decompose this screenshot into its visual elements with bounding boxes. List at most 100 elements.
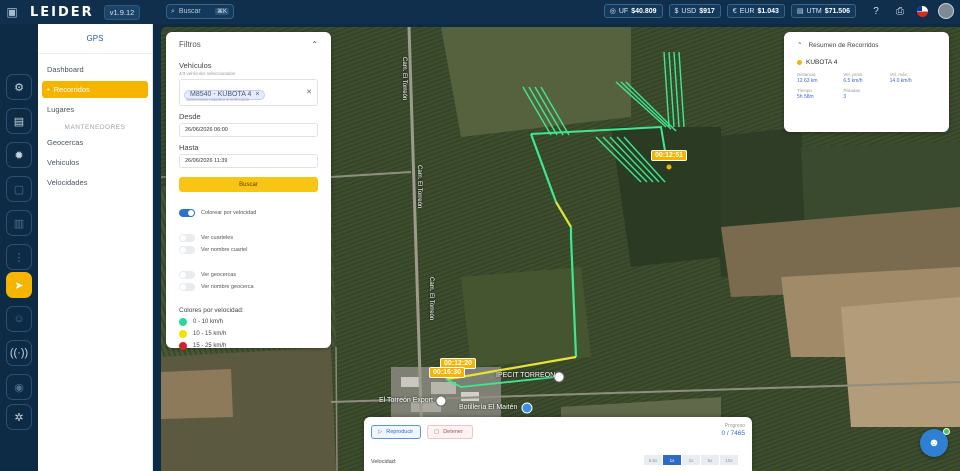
speed-selector: 0.5x 1x 2x 5x 10x — [644, 455, 739, 465]
printer-icon[interactable]: ⎙ — [893, 4, 907, 18]
rail-grid-icon[interactable]: ⋮ — [6, 244, 32, 270]
legend-item: 0 - 10 km/h — [179, 318, 318, 326]
legend-dot — [179, 318, 187, 326]
help-icon[interactable]: ? — [869, 4, 883, 18]
summary-vehicle: KUBOTA 4 — [806, 59, 838, 66]
gps-submenu: GPS Dashboard Recorridos Lugares MANTENE… — [38, 24, 153, 471]
stat-stops: Paradas 3 — [843, 88, 861, 100]
chile-flag-icon[interactable] — [917, 5, 928, 17]
search-input[interactable]: ⌕ Buscar ⌘K — [166, 4, 234, 19]
stat-distance: Distancia 12.63 km — [797, 72, 818, 84]
speed-option[interactable]: 0.5x — [644, 455, 663, 465]
vehicle-color-dot — [797, 60, 802, 65]
summary-panel: ⌃ Resumen de Recorridos KUBOTA 4 Distanci… — [784, 32, 949, 132]
dollar-icon: $ — [674, 7, 679, 15]
road-label: Cam. El Torreón — [428, 277, 434, 321]
rail-gps-icon[interactable]: ➤ — [6, 272, 32, 298]
play-icon: ▷ — [378, 429, 383, 435]
sidebar-item-dashboard[interactable]: Dashboard — [42, 61, 148, 78]
rail-fingerprint-icon[interactable]: ◉ — [6, 374, 32, 400]
chevron-up-icon[interactable]: ⌃ — [311, 40, 318, 49]
toggle-cuarteles[interactable]: Ver cuarteles — [179, 232, 318, 244]
toggle-geocercas[interactable]: Ver geocercas — [179, 269, 318, 281]
filters-title: Filtros — [179, 40, 201, 49]
stat-time: Tiempo 5h 58m — [797, 88, 814, 100]
toggle-switch[interactable] — [179, 283, 195, 291]
time-tag[interactable]: 00:12:51 — [651, 150, 688, 161]
vehicle-placeholder: Seleccione máximo 3 vehículos — [186, 97, 250, 102]
version-badge: v1.9.12 — [103, 4, 141, 20]
euro-icon: € — [732, 7, 737, 15]
sidebar-toggle-icon[interactable]: ▣ — [0, 0, 24, 24]
vehicles-label: Vehículos — [179, 61, 212, 70]
toggle-switch[interactable] — [179, 271, 195, 279]
section-mantenedores: MANTENEDORES — [64, 124, 126, 131]
sidebar-item-recorridos[interactable]: Recorridos — [42, 81, 148, 98]
toggle-switch[interactable] — [179, 234, 195, 242]
search-button[interactable]: Buscar — [179, 177, 318, 192]
top-bar: ▣ LEIDER v1.9.12 ⌕ Buscar ⌘K ◎ UF $40.809 … — [0, 0, 960, 24]
indicator-eur[interactable]: € EUR $1.043 — [726, 4, 785, 18]
search-placeholder: Buscar — [178, 8, 201, 15]
place-marker-icon[interactable] — [553, 371, 565, 383]
indicator-usd[interactable]: $ USD $917 — [668, 4, 721, 18]
progress: Progreso 0 / 7465 — [721, 423, 746, 437]
icon-rail: ⚙ ▤ ✹ ▢ ▥ ⋮ ➤ ☺ ((·)) ◉ ✲ — [0, 24, 38, 471]
speed-option[interactable]: 2x — [682, 455, 701, 465]
avatar[interactable] — [938, 3, 954, 19]
toggle-nombre-geocerca[interactable]: Ver nombre geocerca — [179, 281, 318, 293]
chevron-up-icon[interactable]: ⌃ — [797, 41, 802, 49]
store-marker-icon[interactable] — [521, 402, 533, 414]
legend-title: Colores por velocidad: — [179, 307, 244, 314]
summary-title: Resumen de Recorridos — [808, 41, 879, 49]
rail-bug-icon[interactable]: ✹ — [6, 142, 32, 168]
legend-item: 15 - 25 km/h — [179, 342, 318, 350]
rail-chart-icon[interactable]: ▥ — [6, 210, 32, 236]
desde-label: Desde — [179, 112, 201, 121]
stop-button[interactable]: ▢ Detener — [427, 425, 473, 439]
sidebar-item-vehiculos[interactable]: Vehiculos — [42, 154, 148, 171]
rail-tractor-icon[interactable]: ⚙ — [6, 74, 32, 100]
speed-option[interactable]: 5x — [701, 455, 720, 465]
place-marker-icon[interactable] — [435, 395, 447, 407]
speed-option[interactable]: 10x — [720, 455, 739, 465]
place-label: El Torreón Export — [379, 397, 433, 404]
legend-dot — [179, 330, 187, 338]
search-icon: ⌕ — [171, 7, 175, 15]
toggle-switch[interactable] — [179, 246, 195, 254]
desde-field[interactable]: 26/06/2026 06:00 — [179, 123, 318, 137]
indicator-uf[interactable]: ◎ UF $40.809 — [603, 4, 663, 18]
speed-option[interactable]: 1x — [663, 455, 682, 465]
place-label: IPECIT TORREON — [496, 372, 556, 379]
chip-close-icon[interactable]: × — [255, 91, 259, 98]
hasta-field[interactable]: 26/06/2026 11:39 — [179, 154, 318, 168]
submenu-title: GPS — [38, 24, 152, 54]
hasta-label: Hasta — [179, 143, 199, 152]
uf-icon: ◎ — [609, 8, 616, 15]
clear-icon[interactable]: ✕ — [306, 88, 312, 96]
search-shortcut: ⌘K — [214, 8, 229, 15]
stat-avg-speed: Vel. prom. 6.5 km/h — [843, 72, 864, 84]
sidebar-item-lugares[interactable]: Lugares — [42, 101, 148, 118]
rail-document-icon[interactable]: ▤ — [6, 108, 32, 134]
road-label: Cam. El Torreón — [401, 57, 407, 101]
stop-icon: ▢ — [434, 429, 440, 435]
stat-max-speed: Vel. máx. 14.0 km/h — [889, 72, 912, 84]
vehicles-sub: 4/3 vehículos seleccionados — [179, 71, 236, 76]
rail-user-icon[interactable]: ☺ — [6, 306, 32, 332]
legend-dot — [179, 342, 187, 350]
sidebar-item-velocidades[interactable]: Velocidades — [42, 174, 148, 191]
time-tag[interactable]: 00:16:30 — [429, 367, 466, 378]
vehicle-select[interactable]: M8540 - KUBOTA 4 × Seleccione máximo 3 ve… — [179, 79, 318, 106]
rail-clipboard-icon[interactable]: ▢ — [6, 176, 32, 202]
rail-antenna-icon[interactable]: ((·)) — [6, 340, 32, 366]
toggle-switch[interactable] — [179, 209, 195, 217]
robot-icon: ☻ — [928, 437, 940, 449]
play-button[interactable]: ▷ Reproducir — [371, 425, 421, 439]
toggle-color-speed[interactable]: Colorear por velocidad — [179, 207, 318, 219]
indicator-utm[interactable]: ▤ UTM $71.506 — [790, 4, 856, 18]
toggle-nombre-cuartel[interactable]: Ver nombre cuartel — [179, 244, 318, 256]
rail-settings-icon[interactable]: ✲ — [6, 404, 32, 430]
sidebar-item-geocercas[interactable]: Geocercas — [42, 134, 148, 151]
legend-item: 10 - 15 km/h — [179, 330, 318, 338]
